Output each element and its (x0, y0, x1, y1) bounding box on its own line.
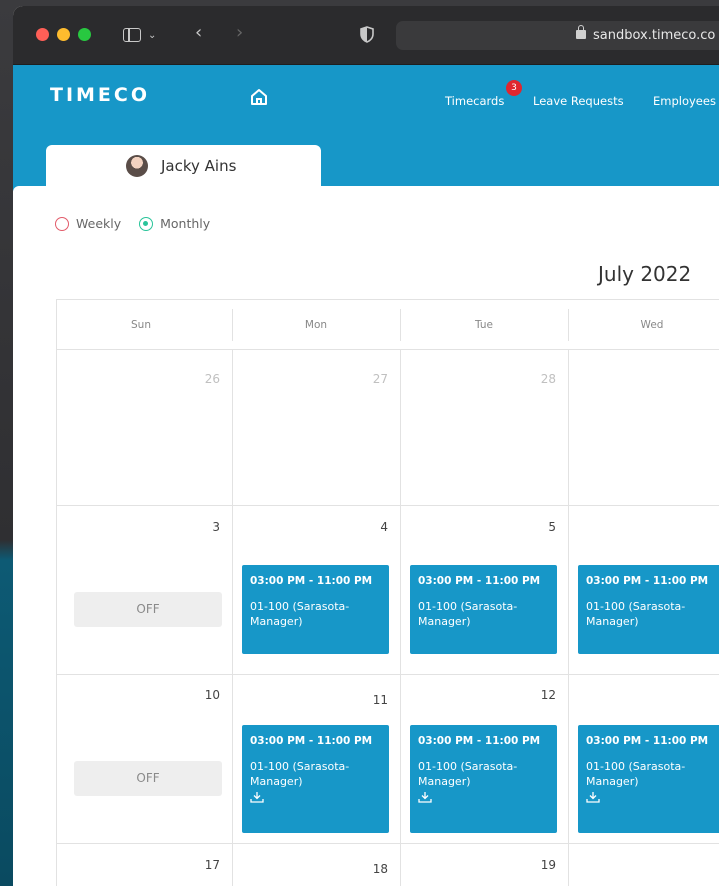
calendar-week-row: 3 OFF 4 03:00 PM - 11:00 PM 01-100 (Sara… (57, 506, 719, 675)
lock-icon (576, 25, 586, 39)
nav-timecards[interactable]: Timecards (445, 94, 504, 108)
shift-location: 01-100 (Sarasota-Manager) (250, 600, 350, 628)
shift-time: 03:00 PM - 11:00 PM (418, 575, 541, 587)
monthly-radio[interactable] (139, 217, 154, 231)
download-icon[interactable] (418, 791, 432, 803)
shift-time: 03:00 PM - 11:00 PM (418, 735, 541, 747)
url-text[interactable]: sandbox.timeco.co (593, 28, 715, 43)
avatar (126, 155, 148, 177)
shift-location: 01-100 (Sarasota-Manager) (586, 600, 686, 628)
calendar-day-cell[interactable]: 28 (401, 350, 569, 505)
calendar-day-cell[interactable]: 18 (233, 844, 401, 886)
forward-icon[interactable]: › (236, 24, 243, 42)
shift-block[interactable]: 03:00 PM - 11:00 PM 01-100 (Sarasota-Man… (410, 565, 557, 654)
timeco-logo[interactable]: TIMECO (50, 84, 150, 106)
address-bar[interactable]: sandbox.timeco.co (396, 21, 719, 50)
monthly-label[interactable]: Monthly (160, 216, 210, 231)
calendar-day-cell[interactable]: 26 (57, 350, 233, 505)
nav-employees[interactable]: Employees (653, 94, 716, 108)
calendar-day-cell[interactable]: 27 (233, 350, 401, 505)
shift-location: 01-100 (Sarasota-Manager) (418, 600, 518, 628)
calendar-day-cell[interactable]: 4 03:00 PM - 11:00 PM 01-100 (Sarasota-M… (233, 506, 401, 674)
nav-leave-requests[interactable]: Leave Requests (533, 94, 624, 108)
calendar-day-cell[interactable]: 17 (57, 844, 233, 886)
days-of-week-header: Sun Mon Tue Wed (57, 300, 719, 350)
home-icon[interactable] (249, 87, 269, 107)
dow-mon: Mon (304, 319, 328, 331)
calendar-day-cell[interactable]: 6 03:00 PM - 11:00 PM 01-100 (Sarasota-M… (569, 506, 719, 674)
off-day-label: OFF (74, 592, 222, 627)
shift-time: 03:00 PM - 11:00 PM (250, 575, 373, 587)
download-icon[interactable] (250, 791, 264, 803)
employee-name: Jacky Ains (161, 157, 237, 175)
weekly-label[interactable]: Weekly (76, 216, 121, 231)
day-number: 28 (540, 372, 556, 386)
chevron-down-icon[interactable]: ⌄ (148, 28, 156, 44)
weekly-radio[interactable] (55, 217, 69, 231)
calendar-day-cell[interactable]: 10 OFF (57, 675, 233, 843)
shift-block[interactable]: 03:00 PM - 11:00 PM 01-100 (Sarasota-Man… (410, 725, 557, 833)
calendar-day-cell[interactable]: 3 OFF (57, 506, 233, 674)
close-window-button[interactable] (36, 28, 49, 41)
browser-titlebar: ⌄ ‹ › sandbox.timeco.co (13, 6, 719, 65)
day-number: 27 (372, 372, 388, 386)
view-toggle: Weekly Monthly (55, 216, 210, 231)
shift-location: 01-100 (Sarasota-Manager) (418, 760, 518, 788)
monthly-calendar: Sun Mon Tue Wed 26 27 28 3 OFF 4 03:00 P… (56, 299, 719, 886)
shift-block[interactable]: 03:00 PM - 11:00 PM 01-100 (Sarasota-Man… (578, 565, 719, 654)
off-day-label: OFF (74, 761, 222, 796)
dow-tue: Tue (475, 319, 493, 331)
month-title: July 2022 (598, 262, 692, 286)
calendar-day-cell[interactable]: 19 (401, 844, 569, 886)
day-number: 5 (548, 520, 556, 534)
dow-sun: Sun (131, 319, 151, 331)
employee-profile-tab[interactable]: Jacky Ains (46, 145, 321, 191)
browser-window: ⌄ ‹ › sandbox.timeco.co TIMECO Timecards… (13, 6, 719, 886)
calendar-week-row: 10 OFF 11 03:00 PM - 11:00 PM 01-100 (Sa… (57, 675, 719, 844)
back-icon[interactable]: ‹ (195, 24, 202, 42)
day-number: 3 (212, 520, 220, 534)
shift-block[interactable]: 03:00 PM - 11:00 PM 01-100 (Sarasota-Man… (242, 565, 389, 654)
shield-icon[interactable] (360, 26, 374, 43)
calendar-day-cell[interactable]: 11 03:00 PM - 11:00 PM 01-100 (Sarasota-… (233, 675, 401, 843)
day-number: 12 (540, 688, 556, 702)
schedule-panel: Weekly Monthly July 2022 Sun Mon Tue Wed… (13, 186, 719, 886)
shift-location: 01-100 (Sarasota-Manager) (586, 760, 686, 788)
calendar-day-cell[interactable]: 12 03:00 PM - 11:00 PM 01-100 (Sarasota-… (401, 675, 569, 843)
day-number: 17 (204, 858, 220, 872)
day-number: 19 (540, 858, 556, 872)
zoom-window-button[interactable] (78, 28, 91, 41)
shift-time: 03:00 PM - 11:00 PM (586, 575, 709, 587)
shift-block[interactable]: 03:00 PM - 11:00 PM 01-100 (Sarasota-Man… (242, 725, 389, 833)
shift-block[interactable]: 03:00 PM - 11:00 PM 01-100 (Sarasota-Man… (578, 725, 719, 833)
day-number: 11 (372, 693, 388, 707)
calendar-day-cell[interactable]: 29 (569, 350, 719, 505)
dow-wed: Wed (640, 319, 664, 331)
day-number: 26 (204, 372, 220, 386)
day-number: 10 (204, 688, 220, 702)
shift-location: 01-100 (Sarasota-Manager) (250, 760, 350, 788)
sidebar-toggle-icon[interactable] (123, 28, 141, 42)
app-header: TIMECO Timecards 3 Leave Requests Employ… (13, 65, 719, 131)
calendar-day-cell[interactable]: 5 03:00 PM - 11:00 PM 01-100 (Sarasota-M… (401, 506, 569, 674)
minimize-window-button[interactable] (57, 28, 70, 41)
timecards-badge: 3 (506, 80, 522, 96)
shift-time: 03:00 PM - 11:00 PM (250, 735, 373, 747)
day-number: 4 (380, 520, 388, 534)
calendar-day-cell[interactable]: 20 (569, 844, 719, 886)
shift-time: 03:00 PM - 11:00 PM (586, 735, 709, 747)
calendar-day-cell[interactable]: 13 03:00 PM - 11:00 PM 01-100 (Sarasota-… (569, 675, 719, 843)
calendar-week-row: 17 18 19 20 (57, 844, 719, 886)
calendar-week-row: 26 27 28 29 (57, 350, 719, 506)
day-number: 18 (372, 862, 388, 876)
download-icon[interactable] (586, 791, 600, 803)
